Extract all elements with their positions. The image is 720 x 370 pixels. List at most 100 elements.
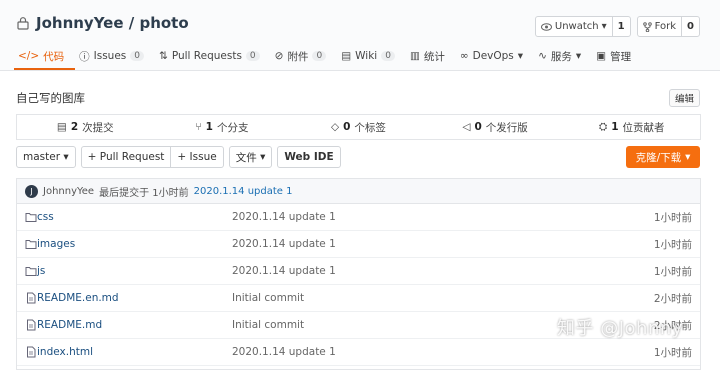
commit-author[interactable]: JohnnyYee	[43, 186, 94, 197]
tab-label: Wiki	[355, 50, 378, 62]
watch-label: Unwatch	[554, 21, 599, 32]
file-name[interactable]: index.html	[37, 346, 93, 358]
file-commit-message[interactable]: Initial commit	[232, 292, 304, 304]
stat-label: 次提交	[82, 121, 114, 134]
file-row[interactable]: js 2020.1.14 update 1 1小时前	[17, 258, 700, 285]
description-row: 自己写的图库 编辑	[16, 89, 700, 107]
file-row[interactable]: README.en.md Initial commit 2小时前	[17, 285, 700, 312]
stat-commits[interactable]: ▤ 2 次提交	[17, 115, 154, 139]
stat-count: 1	[611, 121, 619, 133]
stat-label: 个标签	[354, 121, 386, 134]
eye-icon	[540, 22, 552, 31]
avatar[interactable]: J	[25, 184, 38, 198]
folder-icon	[25, 267, 37, 276]
branch-select[interactable]: master ▾	[16, 146, 76, 168]
watch-button[interactable]: Unwatch ▾ 1	[534, 16, 631, 37]
tab-label: 附件	[287, 50, 309, 63]
file-row[interactable]: css 2020.1.14 update 1 1小时前	[17, 204, 700, 231]
repo-actions: Unwatch ▾ 1 Fork 0	[534, 16, 700, 37]
tab-wiki[interactable]: ▤ Wiki 0	[337, 44, 406, 68]
file-commit-message[interactable]: Initial commit	[232, 319, 304, 331]
tab-label: DevOps	[472, 50, 514, 62]
stat-count: 2	[70, 121, 79, 133]
new-group: + Pull Request + Issue	[80, 146, 224, 168]
stats-icon: ▥	[409, 50, 420, 62]
file-commit-message[interactable]: 2020.1.14 update 1	[232, 265, 336, 277]
tab-stats[interactable]: ▥ 统计	[406, 44, 456, 68]
clone-download-button[interactable]: 克隆/下载 ▾	[626, 146, 700, 168]
branch-label: master	[23, 151, 61, 163]
file-time: 1小时前	[653, 265, 692, 278]
code-toolbar: master ▾ + Pull Request + Issue 文件 ▾ Web…	[16, 146, 700, 168]
tab-manage[interactable]: ▣ 管理	[592, 44, 642, 68]
tab-code[interactable]: </> 代码	[14, 44, 76, 70]
tab-service[interactable]: ∿ 服务 ▾	[534, 44, 592, 68]
stat-label: 个分支	[216, 121, 249, 134]
file-icon	[27, 292, 36, 304]
file-icon	[27, 346, 36, 358]
tab-label: 统计	[423, 50, 445, 63]
stat-count: 0	[474, 121, 482, 133]
stat-branches[interactable]: ⑂ 1 个分支	[154, 115, 291, 139]
file-row[interactable]: images 2020.1.14 update 1 1小时前	[17, 231, 700, 258]
tab-badge: 0	[130, 51, 144, 61]
release-icon: ◁	[462, 121, 471, 133]
file-commit-message[interactable]: 2020.1.14 update 1	[232, 211, 336, 223]
commit-time: 最后提交于 1小时前	[99, 187, 189, 199]
tab-pull-requests[interactable]: ⇅ Pull Requests 0	[155, 44, 271, 68]
tab-devops[interactable]: ∞ DevOps ▾	[456, 44, 534, 68]
devops-icon: ∞	[459, 50, 469, 62]
edit-button[interactable]: 编辑	[668, 89, 700, 107]
repo-name[interactable]: JohnnyYee / photo	[36, 14, 189, 32]
file-commit-message[interactable]: 2020.1.14 update 1	[232, 238, 336, 250]
wiki-icon: ▤	[341, 50, 352, 62]
stat-contributors[interactable]: ⛭ 1 位贡献者	[563, 115, 700, 139]
web-ide-button[interactable]: Web IDE	[277, 146, 341, 168]
tab-badge: 0	[381, 51, 395, 61]
tab-issues[interactable]: ⓘ Issues 0	[75, 44, 155, 68]
repo-tabs: </> 代码 ⓘ Issues 0 ⇅ Pull Requests 0 ⊘ 附件…	[14, 44, 642, 70]
chevron-down-icon: ▾	[575, 50, 582, 62]
file-icon	[27, 319, 36, 331]
stat-tags[interactable]: ◇ 0 个标签	[290, 115, 427, 139]
file-commit-message[interactable]: 2020.1.14 update 1	[232, 346, 336, 358]
clone-label: 克隆/下载	[635, 151, 682, 164]
tab-label: Pull Requests	[171, 50, 242, 62]
file-time: 1小时前	[653, 238, 692, 251]
tab-attachments[interactable]: ⊘ 附件 0	[271, 44, 338, 68]
commit-icon: ▤	[56, 121, 67, 133]
fork-button[interactable]: Fork 0	[636, 16, 700, 37]
file-name[interactable]: README.en.md	[37, 292, 119, 304]
repo-title: JohnnyYee / photo	[16, 14, 189, 32]
pull-request-icon: ⇅	[159, 50, 168, 62]
issue-icon: ⓘ	[79, 50, 90, 63]
lock-icon	[17, 17, 29, 30]
fork-count[interactable]: 0	[681, 17, 699, 36]
chevron-down-icon: ▾	[601, 21, 607, 32]
code-icon: </>	[18, 50, 40, 62]
repo-header: JohnnyYee / photo Unwatch ▾ 1 Fork 0 </>…	[0, 0, 720, 71]
file-time: 1小时前	[653, 211, 692, 224]
file-time: 2小时前	[653, 292, 692, 305]
folder-icon	[25, 213, 37, 222]
stat-releases[interactable]: ◁ 0 个发行版	[427, 115, 564, 139]
stat-count: 0	[343, 121, 351, 133]
manage-icon: ▣	[596, 50, 607, 62]
file-name[interactable]: README.md	[37, 319, 102, 331]
repo-stats: ▤ 2 次提交 ⑂ 1 个分支 ◇ 0 个标签 ◁ 0 个发行版 ⛭ 1 位贡献…	[16, 114, 701, 140]
file-name[interactable]: images	[37, 238, 75, 250]
tab-label: Issues	[93, 50, 127, 62]
file-menu-button[interactable]: 文件 ▾	[228, 146, 273, 168]
branch-icon: ⑂	[195, 121, 202, 133]
stat-label: 个发行版	[485, 121, 528, 134]
tag-icon: ◇	[331, 121, 340, 133]
file-row[interactable]: index.html 2020.1.14 update 1 1小时前	[17, 339, 700, 366]
file-name[interactable]: css	[37, 211, 54, 223]
new-issue-button[interactable]: + Issue	[171, 146, 224, 168]
chevron-down-icon: ▾	[685, 151, 691, 163]
stat-label: 位贡献者	[622, 121, 665, 134]
file-name[interactable]: js	[37, 265, 45, 277]
watch-count[interactable]: 1	[611, 17, 630, 36]
commit-message-link[interactable]: 2020.1.14 update 1	[194, 186, 293, 197]
new-pull-request-button[interactable]: + Pull Request	[80, 146, 172, 168]
